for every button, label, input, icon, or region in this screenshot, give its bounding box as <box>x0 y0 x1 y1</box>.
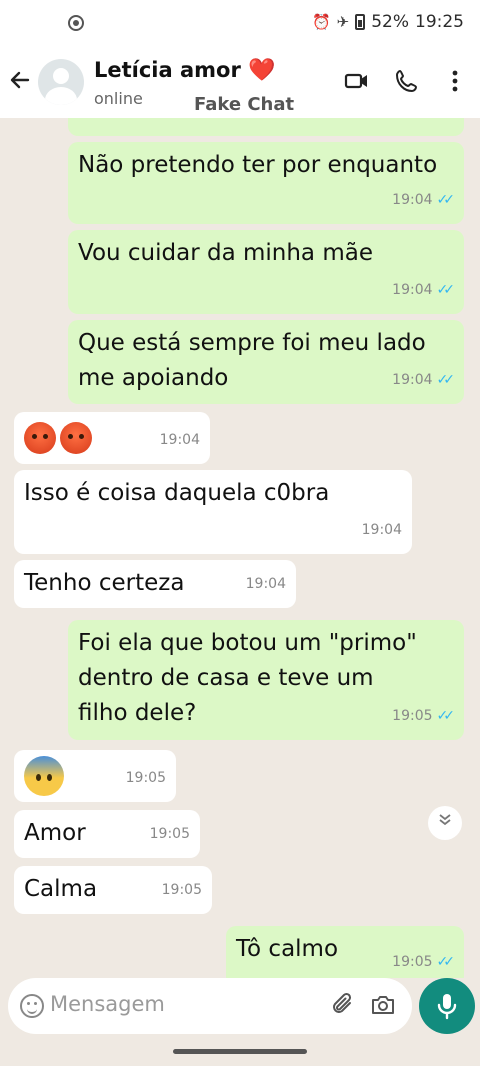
message-text: Foi ela que botou um "primo" dentro de c… <box>78 630 417 726</box>
message-text: Isso é coisa daquela c0bra <box>24 480 330 506</box>
message-time: 19:05 <box>149 826 190 842</box>
message-bubble-incoming[interactable]: Isso é coisa daquela c0bra 19:04 <box>14 470 412 554</box>
message-time: 19:05 <box>161 882 202 898</box>
avatar[interactable] <box>38 59 84 105</box>
message-time: 19:04 <box>159 432 200 448</box>
message-meta: 19:04 ✓✓ <box>392 118 456 130</box>
message-meta: 19:04✓✓ <box>392 363 456 398</box>
battery-percent: 52% <box>371 12 409 32</box>
message-composer: Mensagem <box>8 978 412 1034</box>
message-meta: 19:05 ✓✓ <box>392 945 456 978</box>
message-text: Amor <box>24 820 86 846</box>
message-meta: 19:04✓✓ <box>392 183 456 218</box>
message-bubble-outgoing[interactable]: Não pretendo ter por enquanto 19:04 ✓✓ <box>68 142 464 224</box>
message-bubble-incoming[interactable]: 19:05 <box>14 750 176 802</box>
anxious-face-icon <box>24 756 64 796</box>
camera-icon[interactable] <box>370 992 396 1018</box>
status-bar: ⏰ ✈ 52% 19:25 <box>0 0 480 46</box>
back-arrow-icon[interactable] <box>8 68 32 92</box>
mic-icon <box>437 994 457 1020</box>
video-call-icon[interactable] <box>344 68 370 94</box>
scroll-down-button[interactable] <box>428 806 462 840</box>
message-text: Vou cuidar da minha mãe <box>78 240 373 266</box>
message-text: Tô calmo <box>236 936 339 962</box>
chat-header: Letícia amor ❤️ online Fake Chat <box>0 46 480 118</box>
watermark: Fake Chat <box>194 94 295 115</box>
message-bubble-incoming[interactable]: 19:04 <box>14 412 210 464</box>
message-input[interactable]: Mensagem <box>50 992 165 1016</box>
read-ticks-icon: ✓✓ <box>436 372 456 388</box>
airplane-icon: ✈ <box>336 13 350 31</box>
heart-emoji: ❤️ <box>248 58 276 83</box>
message-text: Tenho certeza <box>24 570 185 596</box>
contact-name[interactable]: Letícia amor ❤️ <box>94 58 276 83</box>
status-right: ⏰ ✈ 52% 19:25 <box>312 12 464 32</box>
message-time: 19:04 <box>361 522 402 538</box>
read-ticks-icon: ✓✓ <box>436 954 456 970</box>
message-meta: 19:05 <box>150 817 190 852</box>
message-time: 19:04 <box>392 372 433 388</box>
message-bubble-incoming[interactable]: Tenho certeza 19:04 <box>14 560 296 608</box>
message-meta: 19:04 <box>246 567 286 602</box>
message-meta: 19:05 <box>126 761 166 796</box>
message-time: 19:04 <box>392 118 432 130</box>
message-meta: 19:05 ✓✓ <box>392 699 456 734</box>
message-meta: 19:05 <box>162 873 202 908</box>
message-meta: 19:04 <box>160 423 200 458</box>
read-ticks-icon: ✓✓ <box>436 282 456 298</box>
message-time: 19:05 <box>392 708 433 724</box>
message-text: Calma <box>24 876 98 902</box>
message-bubble-outgoing[interactable]: Foi ela que botou um "primo" dentro de c… <box>68 620 464 740</box>
mic-button[interactable] <box>419 978 475 1034</box>
angry-face-icon <box>60 421 92 454</box>
message-text: Não pretendo ter por enquanto <box>78 152 438 178</box>
camera-dot-icon <box>68 15 84 31</box>
read-ticks-icon: ✓✓ <box>436 708 456 724</box>
alarm-icon: ⏰ <box>311 13 331 31</box>
angry-face-icon <box>24 421 56 454</box>
contact-name-text: Letícia amor <box>94 58 241 82</box>
message-list[interactable]: 19:04✓✓ Não pretendo ter por enquanto 19… <box>0 118 480 978</box>
message-bubble-outgoing[interactable]: 19:04 ✓✓ <box>68 118 464 136</box>
message-bubble-outgoing[interactable]: Vou cuidar da minha mãe 19:04 ✓✓ <box>68 230 464 314</box>
message-text: Que está sempre foi meu lado me apoiando <box>78 330 426 391</box>
message-time: 19:05 <box>125 770 166 786</box>
phone-icon[interactable] <box>394 68 420 94</box>
read-ticks-icon: ✓✓ <box>436 192 456 208</box>
message-time: 19:04 <box>392 282 433 298</box>
emoji-icon[interactable] <box>20 994 44 1018</box>
read-ticks-icon: ✓✓ <box>437 118 456 130</box>
message-bubble-outgoing[interactable]: Tô calmo 19:05 ✓✓ <box>226 926 464 978</box>
chevron-double-down-icon <box>439 814 451 826</box>
message-time: 19:05 <box>392 954 433 970</box>
message-bubble-incoming[interactable]: Amor 19:05 <box>14 810 200 858</box>
contact-status: online <box>94 89 143 108</box>
message-bubble-incoming[interactable]: Calma 19:05 <box>14 866 212 914</box>
message-time: 19:04 <box>245 576 286 592</box>
clock: 19:25 <box>415 12 464 32</box>
battery-icon <box>355 14 366 30</box>
message-meta: 19:04✓✓ <box>392 273 456 308</box>
message-meta: 19:04 <box>362 513 402 548</box>
home-indicator[interactable] <box>173 1049 307 1054</box>
message-bubble-outgoing[interactable]: Que está sempre foi meu lado me apoiando… <box>68 320 464 404</box>
attach-icon[interactable] <box>330 992 356 1018</box>
more-vert-icon[interactable] <box>442 68 468 94</box>
message-time: 19:04 <box>392 192 433 208</box>
